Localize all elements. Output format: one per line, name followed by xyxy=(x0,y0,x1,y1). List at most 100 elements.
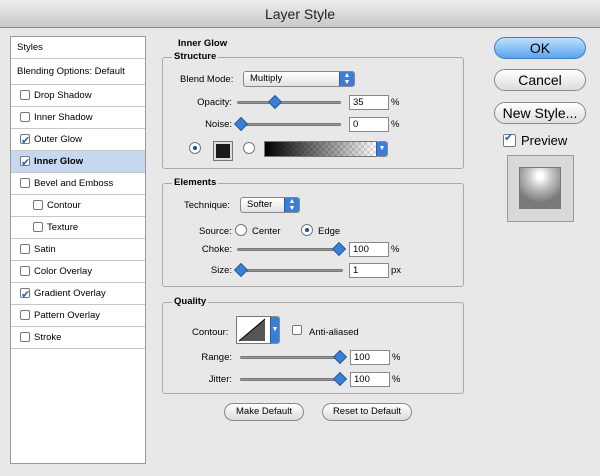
noise-slider[interactable] xyxy=(237,123,341,126)
source-center-radio[interactable] xyxy=(235,224,247,236)
style-item-label: Pattern Overlay xyxy=(34,310,100,321)
style-item-label: Color Overlay xyxy=(34,266,93,277)
style-item-checkbox[interactable] xyxy=(20,266,30,276)
contour-dropdown[interactable]: ▼ xyxy=(270,316,280,344)
technique-value: Softer xyxy=(247,199,273,210)
size-px: px xyxy=(391,265,402,276)
jitter-label: Jitter: xyxy=(208,374,232,385)
style-item-checkbox[interactable] xyxy=(33,222,43,232)
contour-label: Contour: xyxy=(192,327,229,338)
gradient-dropdown[interactable]: ▼ xyxy=(376,141,388,157)
style-item-bevel-and-emboss[interactable]: Bevel and Emboss xyxy=(11,173,145,195)
styles-list: Styles Blending Options: Default Drop Sh… xyxy=(10,36,146,464)
choke-percent: % xyxy=(391,244,400,255)
style-item-contour[interactable]: Contour xyxy=(11,195,145,217)
style-item-checkbox[interactable] xyxy=(20,310,30,320)
structure-title: Structure xyxy=(172,51,219,62)
gradient-radio[interactable] xyxy=(243,142,255,154)
preview-checkbox[interactable] xyxy=(503,131,516,147)
contour-curve-icon xyxy=(238,318,266,342)
style-item-checkbox[interactable] xyxy=(33,200,43,210)
source-edge-label: Edge xyxy=(318,226,341,237)
style-item-checkbox[interactable] xyxy=(20,285,30,306)
reset-default-button[interactable]: Reset to Default xyxy=(322,403,412,421)
technique-select[interactable]: Softer ▲ ▼ xyxy=(240,197,300,213)
style-item-checkbox[interactable] xyxy=(20,131,30,152)
select-arrows-icon: ▲ ▼ xyxy=(284,198,299,212)
range-percent: % xyxy=(392,352,401,363)
opacity-percent: % xyxy=(391,97,400,108)
range-slider[interactable] xyxy=(240,356,344,359)
cancel-button[interactable]: Cancel xyxy=(494,69,586,91)
anti-aliased-checkbox[interactable] xyxy=(292,325,302,335)
opacity-field[interactable]: 35 xyxy=(349,95,389,110)
style-item-inner-glow[interactable]: Inner Glow xyxy=(11,151,145,174)
size-label: Size: xyxy=(210,265,232,276)
style-item-label: Contour xyxy=(47,200,81,211)
jitter-slider[interactable] xyxy=(240,378,344,381)
noise-label: Noise: xyxy=(205,119,232,130)
contour-picker[interactable] xyxy=(236,316,272,344)
style-item-label: Outer Glow xyxy=(34,134,83,145)
jitter-percent: % xyxy=(392,374,401,385)
style-item-texture[interactable]: Texture xyxy=(11,217,145,239)
style-item-label: Stroke xyxy=(34,332,62,343)
style-item-checkbox[interactable] xyxy=(20,332,30,342)
style-item-pattern-overlay[interactable]: Pattern Overlay xyxy=(11,305,145,327)
new-style-button[interactable]: New Style... xyxy=(494,102,586,124)
style-item-label: Inner Shadow xyxy=(34,112,93,123)
style-item-label: Gradient Overlay xyxy=(34,288,106,299)
style-preview xyxy=(507,155,574,222)
opacity-slider[interactable] xyxy=(237,101,341,104)
dropdown-arrow-icon: ▼ xyxy=(270,317,279,343)
styles-header[interactable]: Styles xyxy=(11,37,145,59)
blending-options-label: Blending Options: Default xyxy=(17,66,125,77)
size-slider[interactable] xyxy=(237,269,343,272)
style-item-label: Inner Glow xyxy=(34,156,84,167)
style-item-checkbox[interactable] xyxy=(20,178,30,188)
layer-style-dialog: Layer Style Styles Blending Options: Def… xyxy=(0,0,600,476)
style-item-checkbox[interactable] xyxy=(20,153,30,174)
jitter-field[interactable]: 100 xyxy=(350,372,390,387)
size-field[interactable]: 1 xyxy=(349,263,389,278)
blend-mode-select[interactable]: Multiply ▲ ▼ xyxy=(243,71,355,87)
style-item-satin[interactable]: Satin xyxy=(11,239,145,261)
style-item-inner-shadow[interactable]: Inner Shadow xyxy=(11,107,145,129)
range-field[interactable]: 100 xyxy=(350,350,390,365)
title-bar: Layer Style xyxy=(0,0,600,28)
style-item-gradient-overlay[interactable]: Gradient Overlay xyxy=(11,283,145,306)
style-item-outer-glow[interactable]: Outer Glow xyxy=(11,129,145,152)
inner-glow-title: Inner Glow xyxy=(178,38,228,49)
style-item-color-overlay[interactable]: Color Overlay xyxy=(11,261,145,283)
source-edge-radio[interactable] xyxy=(301,224,313,236)
choke-slider[interactable] xyxy=(237,248,343,251)
style-item-label: Satin xyxy=(34,244,56,255)
color-radio[interactable] xyxy=(189,142,201,154)
glow-gradient-picker[interactable] xyxy=(264,141,377,157)
preview-label: Preview xyxy=(521,133,568,148)
dropdown-arrow-icon: ▼ xyxy=(376,142,387,156)
blend-mode-label: Blend Mode: xyxy=(180,74,234,85)
make-default-button[interactable]: Make Default xyxy=(224,403,304,421)
opacity-label: Opacity: xyxy=(197,97,232,108)
styles-header-label: Styles xyxy=(17,42,43,53)
anti-aliased-label: Anti-aliased xyxy=(309,327,359,338)
style-item-label: Texture xyxy=(47,222,79,233)
glow-color-swatch[interactable] xyxy=(213,141,233,161)
style-item-checkbox[interactable] xyxy=(20,90,30,100)
blending-options[interactable]: Blending Options: Default xyxy=(11,59,145,85)
noise-field[interactable]: 0 xyxy=(349,117,389,132)
range-label: Range: xyxy=(201,352,232,363)
style-item-stroke[interactable]: Stroke xyxy=(11,327,145,349)
dialog-title: Layer Style xyxy=(264,6,336,22)
style-item-checkbox[interactable] xyxy=(20,112,30,122)
choke-field[interactable]: 100 xyxy=(349,242,389,257)
source-center-label: Center xyxy=(252,226,281,237)
noise-percent: % xyxy=(391,119,400,130)
style-item-drop-shadow[interactable]: Drop Shadow xyxy=(11,85,145,107)
preview-swatch xyxy=(519,167,561,209)
source-label: Source: xyxy=(199,226,232,237)
ok-button[interactable]: OK xyxy=(494,37,586,59)
quality-title: Quality xyxy=(172,296,209,307)
style-item-checkbox[interactable] xyxy=(20,244,30,254)
